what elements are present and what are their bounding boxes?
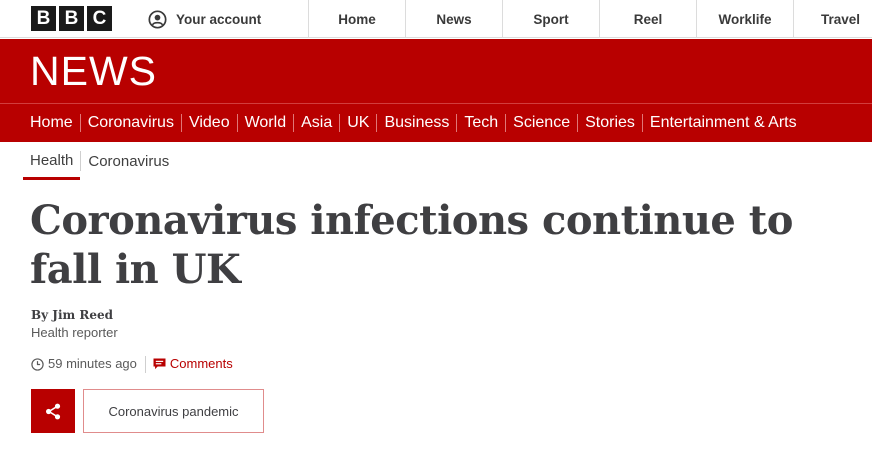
section-nav-home[interactable]: Home — [23, 114, 80, 132]
section-nav-asia[interactable]: Asia — [293, 114, 339, 132]
top-nav-reel[interactable]: Reel — [599, 0, 696, 38]
bbc-logo[interactable]: B B C — [31, 6, 112, 31]
section-nav: Home Coronavirus Video World Asia UK Bus… — [0, 103, 872, 142]
topic-tag-label: Coronavirus pandemic — [108, 403, 239, 419]
article-headline: Coronavirus infections continue to fall … — [30, 197, 793, 293]
section-nav-business[interactable]: Business — [376, 114, 456, 132]
section-nav-world[interactable]: World — [236, 114, 294, 132]
news-banner: NEWS — [0, 39, 872, 103]
your-account-link[interactable]: Your account — [148, 0, 261, 38]
section-nav-science[interactable]: Science — [505, 114, 577, 132]
top-nav-travel[interactable]: Travel — [793, 0, 872, 38]
top-nav-worklife[interactable]: Worklife — [696, 0, 793, 38]
top-nav-news[interactable]: News — [405, 0, 502, 38]
share-button[interactable] — [31, 389, 75, 433]
breadcrumb: Health Coronavirus — [23, 142, 176, 180]
comment-icon — [153, 358, 166, 370]
account-label: Your account — [176, 11, 262, 27]
byline: By Jim Reed Health reporter — [31, 307, 118, 341]
author-role: Health reporter — [31, 325, 118, 340]
top-nav-home[interactable]: Home — [308, 0, 405, 38]
share-icon — [46, 403, 61, 419]
user-circle-icon — [148, 9, 167, 29]
meta-divider — [144, 355, 146, 373]
breadcrumb-coronavirus[interactable]: Coronavirus — [81, 152, 176, 171]
section-nav-video[interactable]: Video — [180, 114, 237, 132]
section-nav-tech[interactable]: Tech — [456, 114, 505, 132]
top-nav-sport[interactable]: Sport — [502, 0, 599, 38]
section-nav-coronavirus[interactable]: Coronavirus — [79, 114, 181, 132]
author-name: By Jim Reed — [31, 308, 114, 322]
section-nav-stories[interactable]: Stories — [577, 114, 642, 132]
timestamp-text: 59 minutes ago — [48, 356, 137, 371]
topic-tag-button[interactable]: Coronavirus pandemic — [83, 389, 264, 433]
comments-link[interactable]: Comments — [153, 355, 233, 373]
bbc-logo-block: C — [87, 6, 112, 31]
bbc-logo-block: B — [59, 6, 84, 31]
comments-label: Comments — [169, 356, 233, 371]
news-wordmark[interactable]: NEWS — [30, 48, 157, 94]
breadcrumb-health[interactable]: Health — [23, 142, 81, 180]
masthead: B B C Your account Home News Sport Reel … — [0, 0, 872, 38]
bbc-logo-block: B — [31, 6, 56, 31]
top-nav: Home News Sport Reel Worklife Travel — [308, 0, 872, 38]
article-meta: 59 minutes ago Comments — [31, 355, 233, 373]
timestamp: 59 minutes ago — [31, 355, 137, 373]
section-nav-uk[interactable]: UK — [339, 114, 376, 132]
clock-icon — [31, 357, 44, 371]
section-nav-entertainment-arts[interactable]: Entertainment & Arts — [641, 114, 804, 132]
